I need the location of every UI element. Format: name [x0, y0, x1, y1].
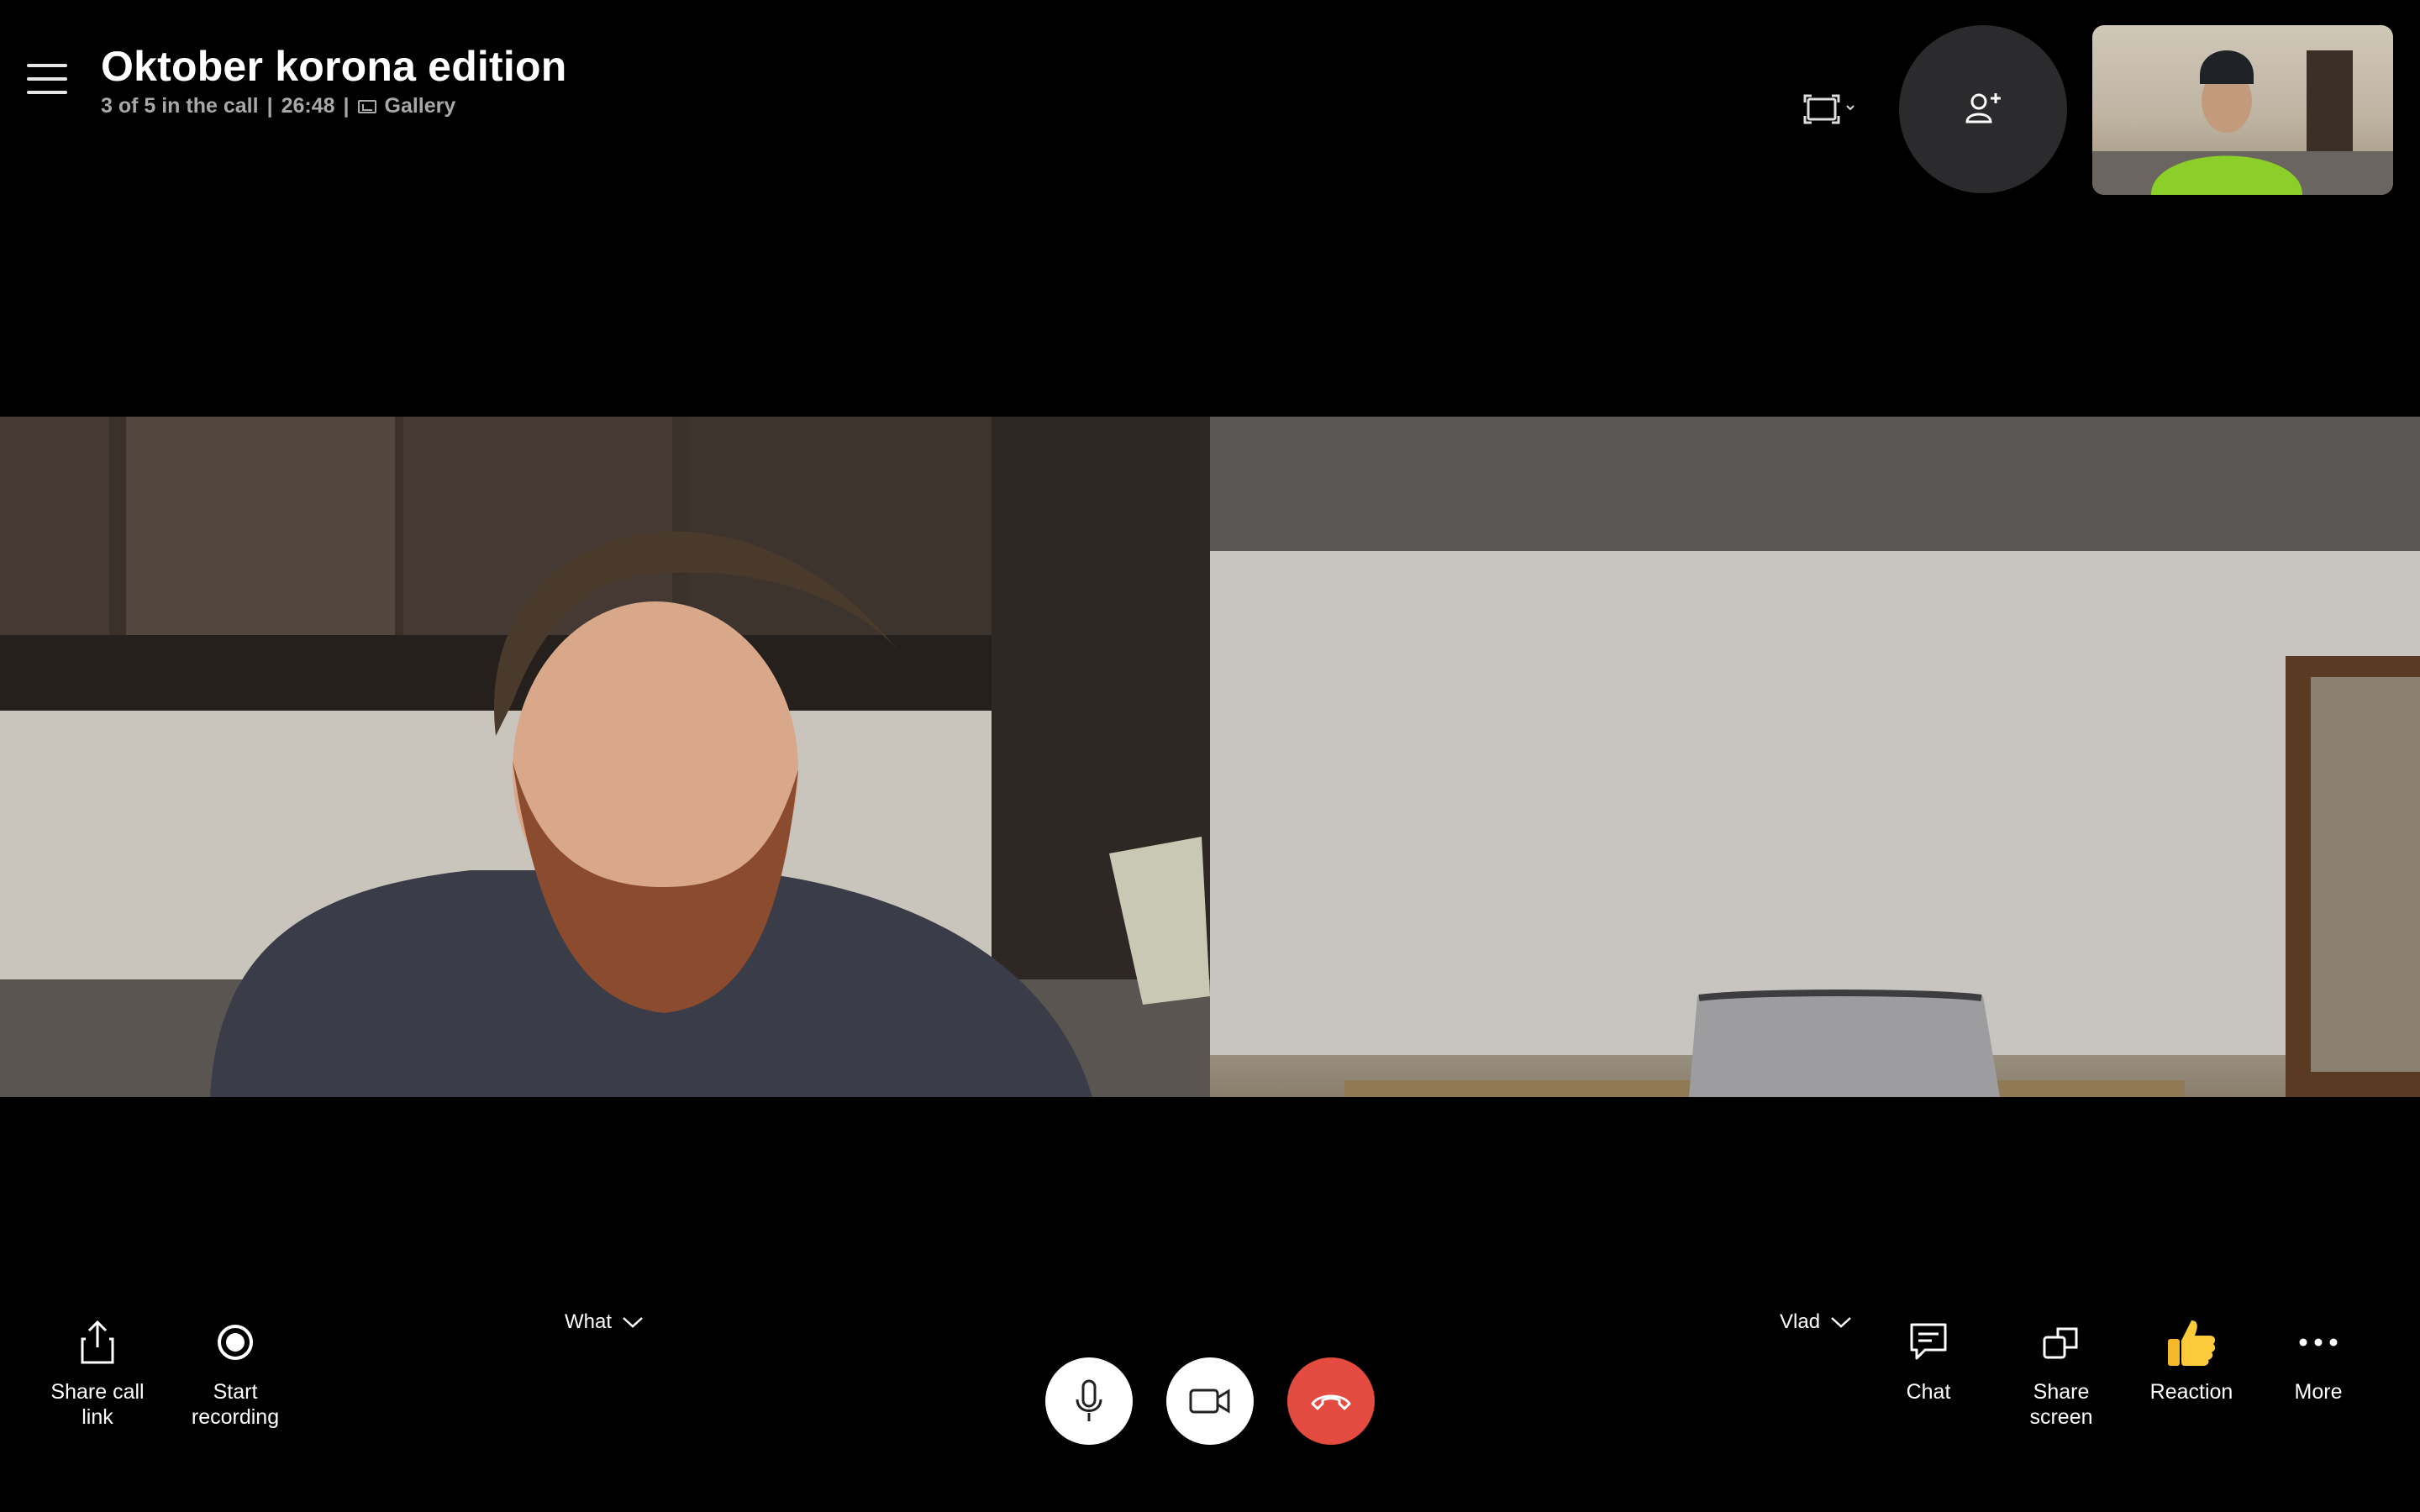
video-gallery	[0, 417, 2420, 1097]
thumbs-up-icon	[2168, 1320, 2216, 1366]
camera-source-select[interactable]: Vlad	[1780, 1310, 1852, 1334]
chat-label: Chat	[1906, 1380, 1951, 1404]
share-call-link-label-2: link	[82, 1405, 113, 1429]
record-icon	[218, 1325, 253, 1360]
call-duration: 26:48	[281, 94, 335, 118]
microphone-icon	[1076, 1379, 1102, 1421]
more-button[interactable]: More	[2272, 1317, 2365, 1404]
participant-video-2[interactable]	[1210, 417, 2420, 1097]
self-video-preview[interactable]	[2092, 25, 2393, 195]
microphone-source-select[interactable]: What	[565, 1310, 644, 1334]
ellipsis-icon	[2299, 1338, 2338, 1347]
add-people-button[interactable]	[1899, 25, 2067, 193]
start-recording-button[interactable]: Start recording	[178, 1317, 292, 1430]
chevron-down-icon	[1831, 1317, 1851, 1328]
camera-source-label: Vlad	[1780, 1310, 1821, 1333]
reaction-label: Reaction	[2149, 1380, 2233, 1404]
start-recording-label-2: recording	[191, 1405, 280, 1429]
view-mode[interactable]: Gallery	[385, 94, 456, 118]
share-screen-label: Share	[2033, 1380, 2090, 1404]
participant-video-feed	[0, 417, 1210, 1097]
microphone-source-label: What	[565, 1310, 613, 1333]
share-screen-label-2: screen	[2029, 1405, 2093, 1429]
participant-video-1[interactable]	[0, 417, 1210, 1097]
share-call-link-button[interactable]: Share call link	[40, 1317, 155, 1430]
end-call-button[interactable]	[1287, 1357, 1375, 1445]
share-icon	[81, 1320, 114, 1364]
camera-button[interactable]	[1166, 1357, 1254, 1445]
reaction-button[interactable]: Reaction	[2141, 1317, 2242, 1404]
layout-frame-icon	[1803, 94, 1854, 124]
start-recording-label: Start	[213, 1380, 258, 1404]
participant-count: 3 of 5 in the call	[101, 94, 259, 118]
chat-button[interactable]: Chat	[1882, 1317, 1975, 1404]
participant-video-feed	[1210, 417, 2420, 1097]
chat-icon	[1910, 1323, 1947, 1360]
gallery-icon	[357, 99, 376, 113]
call-title: Oktober korona edition	[101, 43, 567, 90]
share-call-link-label: Share call	[50, 1380, 145, 1404]
share-screen-icon	[2043, 1327, 2078, 1359]
separator: |	[266, 94, 273, 118]
separator: |	[343, 94, 350, 118]
mute-button[interactable]	[1045, 1357, 1133, 1445]
self-video-feed	[2092, 50, 2393, 195]
layout-switch-button[interactable]	[1802, 92, 1860, 126]
share-screen-button[interactable]: Share screen	[2015, 1317, 2107, 1430]
call-info: 3 of 5 in the call | 26:48 | Gallery	[101, 94, 455, 118]
hamburger-menu-icon[interactable]	[27, 64, 67, 94]
more-label: More	[2294, 1380, 2343, 1404]
add-person-icon	[1965, 93, 2001, 123]
hang-up-icon	[1311, 1394, 1351, 1410]
chevron-down-icon	[623, 1317, 643, 1328]
video-camera-icon	[1189, 1389, 1230, 1414]
